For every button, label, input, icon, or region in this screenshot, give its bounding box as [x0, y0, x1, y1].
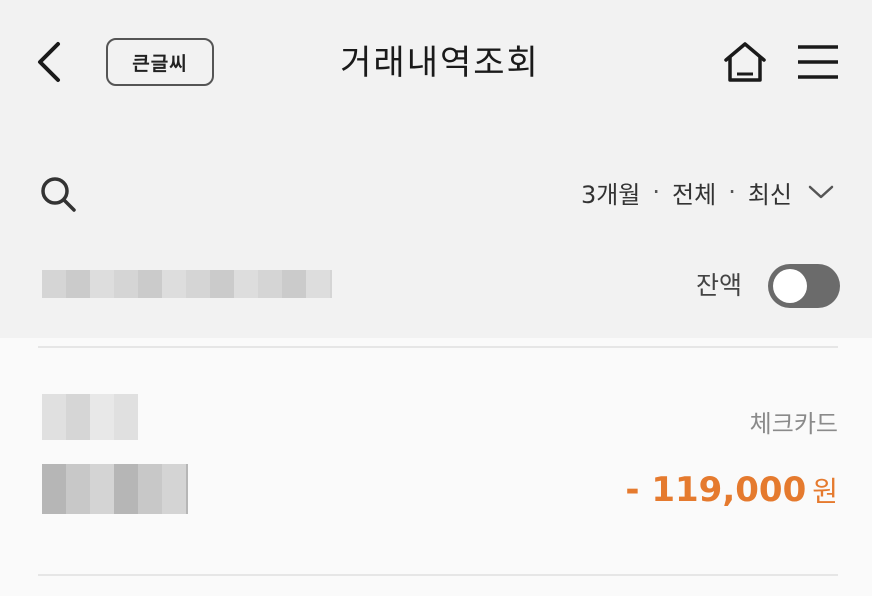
filter-period: 3개월	[580, 180, 641, 209]
chevron-left-icon	[38, 42, 60, 82]
chevron-down-icon	[808, 185, 834, 199]
back-button[interactable]	[30, 38, 70, 86]
filter-dropdown[interactable]: 3개월 · 전체 · 최신	[581, 170, 834, 214]
filter-separator: ·	[652, 178, 661, 206]
divider	[38, 346, 838, 348]
amount-value: - 119,000	[625, 470, 807, 510]
home-button[interactable]	[722, 40, 768, 84]
page-title: 거래내역조회	[340, 43, 540, 83]
transaction-method: 체크카드	[749, 410, 838, 438]
home-icon	[724, 42, 766, 82]
divider	[38, 574, 838, 576]
hamburger-menu-icon	[798, 45, 838, 79]
account-info-redacted	[42, 270, 332, 298]
transaction-amount: - 119,000 원	[625, 470, 838, 510]
transaction-date-redacted	[42, 394, 138, 440]
balance-label: 잔액	[696, 271, 743, 300]
search-icon	[41, 177, 76, 212]
balance-toggle[interactable]	[768, 264, 840, 308]
filter-separator: ·	[728, 178, 736, 206]
big-font-button[interactable]: 큰글씨	[106, 38, 214, 86]
toggle-knob	[773, 269, 807, 303]
menu-button[interactable]	[796, 42, 840, 82]
amount-unit: 원	[812, 475, 838, 508]
transaction-merchant-redacted	[42, 464, 188, 514]
filter-order: 최신	[747, 180, 792, 209]
search-button[interactable]	[38, 174, 78, 214]
filter-type: 전체	[672, 180, 717, 209]
